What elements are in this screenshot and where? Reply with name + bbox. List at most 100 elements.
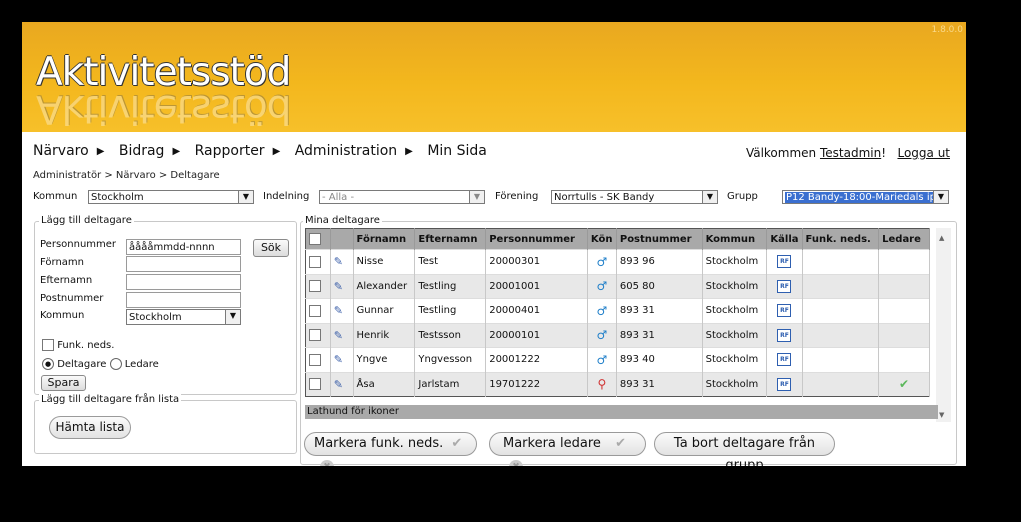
- select-all-checkbox[interactable]: [309, 233, 321, 245]
- kommun-filter-label: Kommun: [33, 191, 78, 202]
- column-header-fornamn[interactable]: Förnamn: [353, 228, 416, 250]
- funk-neds-row: Funk. neds.: [42, 339, 114, 351]
- cell-kommun: Stockholm: [702, 249, 768, 274]
- indelning-filter-select[interactable]: - Alla - ▼: [319, 190, 485, 204]
- user-link[interactable]: Testadmin: [820, 146, 881, 160]
- logout-link[interactable]: Logga ut: [897, 146, 950, 160]
- edit-pencil-icon[interactable]: ✎: [334, 353, 343, 366]
- cell-funk-neds: [802, 298, 880, 323]
- cell-personnummer: 20001222: [485, 347, 588, 372]
- scroll-down-icon[interactable]: ▼: [939, 411, 944, 419]
- cell-kommun: Stockholm: [702, 298, 768, 323]
- chevron-down-icon: ▼: [469, 191, 484, 203]
- nav-item-min-sida[interactable]: Min Sida: [427, 143, 487, 159]
- column-header-personnummer[interactable]: Personnummer: [485, 228, 588, 250]
- funk-neds-checkbox[interactable]: [42, 339, 54, 351]
- row-select-cell: [305, 322, 331, 348]
- edit-column-header: [330, 228, 354, 250]
- grid-scrollbar[interactable]: ▲ ▼: [936, 228, 951, 422]
- cell-kommun: Stockholm: [702, 322, 768, 348]
- row-checkbox[interactable]: [309, 280, 321, 293]
- table-row[interactable]: ✎ Åsa Jarlstam 19701222 ⚲ 893 31 Stockholm RF ✔: [305, 371, 930, 397]
- male-icon: ♂: [596, 352, 608, 367]
- main-nav: Närvaro ▶ Bidrag ▶ Rapporter ▶ Administrati…: [33, 143, 491, 159]
- grupp-filter-select[interactable]: P12 Bandy-18:00-Mariedals ip ▼: [782, 190, 949, 204]
- column-header-funk-neds[interactable]: Funk. neds.: [802, 228, 880, 250]
- version-label: 1.8.0.0: [931, 25, 964, 35]
- row-select-cell: [305, 273, 331, 299]
- rf-source-icon: RF: [777, 279, 792, 293]
- row-checkbox[interactable]: [309, 378, 321, 391]
- nav-item-narvaro[interactable]: Närvaro: [33, 143, 89, 159]
- cell-kommun: Stockholm: [702, 273, 768, 299]
- edit-pencil-icon[interactable]: ✎: [334, 329, 343, 342]
- mark-ledare-button[interactable]: Markera ledare ✔ ✖: [489, 432, 646, 466]
- app-logo-reflection: Aktivitetsstöd: [36, 86, 291, 131]
- personnummer-label: Personnummer: [40, 239, 117, 250]
- column-header-efternamn[interactable]: Efternamn: [414, 228, 487, 250]
- scroll-up-icon[interactable]: ▲: [939, 234, 944, 242]
- cell-kalla: RF: [766, 347, 803, 372]
- fetch-list-button[interactable]: Hämta lista: [49, 416, 131, 439]
- kommun-filter-select[interactable]: Stockholm ▼: [88, 190, 254, 204]
- cell-personnummer: 20000301: [485, 249, 588, 274]
- female-icon: ⚲: [597, 377, 607, 392]
- kommun-select[interactable]: Stockholm ▼: [126, 309, 241, 325]
- cell-fornamn: Henrik: [353, 322, 416, 348]
- chevron-down-icon: ▼: [238, 191, 253, 203]
- column-header-postnummer[interactable]: Postnummer: [616, 228, 703, 250]
- nav-item-bidrag[interactable]: Bidrag: [119, 143, 165, 159]
- welcome-text: Välkommen: [745, 146, 817, 160]
- add-participant-legend: Lägg till deltagare: [39, 215, 134, 226]
- edit-pencil-icon[interactable]: ✎: [334, 280, 343, 293]
- row-checkbox[interactable]: [309, 353, 321, 366]
- cell-kommun: Stockholm: [702, 347, 768, 372]
- icon-legend-bar[interactable]: Lathund för ikoner: [305, 405, 938, 419]
- cell-ledare: [878, 273, 930, 299]
- cell-ledare: [878, 249, 930, 274]
- mark-funk-button[interactable]: Markera funk. neds. ✔ ✖: [304, 432, 477, 466]
- cell-efternamn: Yngvesson: [414, 347, 487, 372]
- mark-funk-label: Markera funk. neds.: [314, 436, 444, 451]
- table-row[interactable]: ✎ Nisse Test 20000301 ♂ 893 96 Stockholm RF: [305, 249, 930, 274]
- kommun-label: Kommun: [40, 310, 85, 321]
- table-header-row: Förnamn Efternamn Personnummer Kön Postn…: [305, 228, 930, 250]
- forening-filter-select[interactable]: Norrtulls - SK Bandy ▼: [551, 190, 718, 204]
- deltagare-radio[interactable]: ●: [42, 358, 54, 370]
- fornamn-field[interactable]: [126, 256, 241, 272]
- edit-pencil-icon[interactable]: ✎: [334, 378, 343, 391]
- cell-personnummer: 20000401: [485, 298, 588, 323]
- nav-item-rapporter[interactable]: Rapporter: [195, 143, 265, 159]
- edit-pencil-icon[interactable]: ✎: [334, 304, 343, 317]
- kommun-filter-value: Stockholm: [91, 192, 144, 203]
- table-row[interactable]: ✎ Gunnar Testling 20000401 ♂ 893 31 Stockholm R…: [305, 298, 930, 323]
- save-button[interactable]: Spara: [41, 375, 86, 391]
- edit-cell: ✎: [330, 249, 354, 274]
- column-header-kon[interactable]: Kön: [587, 228, 617, 250]
- personnummer-field[interactable]: ååååmmdd-nnnn: [126, 239, 241, 255]
- column-header-ledare[interactable]: Ledare: [878, 228, 930, 250]
- cell-postnummer: 605 80: [616, 273, 703, 299]
- remove-from-group-button[interactable]: Ta bort deltagare från grupp: [654, 432, 835, 466]
- cross-icon: ✖: [509, 460, 523, 466]
- column-header-kommun[interactable]: Kommun: [702, 228, 768, 250]
- efternamn-field[interactable]: [126, 274, 241, 290]
- cell-personnummer: 19701222: [485, 371, 588, 397]
- ledare-radio[interactable]: [109, 358, 122, 370]
- nav-item-administration[interactable]: Administration: [295, 143, 397, 159]
- row-checkbox[interactable]: [309, 255, 321, 268]
- search-button[interactable]: Sök: [253, 239, 289, 257]
- row-checkbox[interactable]: [309, 329, 321, 342]
- table-row[interactable]: ✎ Yngve Yngvesson 20001222 ♂ 893 40 Stockholm R…: [305, 347, 930, 372]
- forening-filter-value: Norrtulls - SK Bandy: [554, 192, 655, 203]
- row-checkbox[interactable]: [309, 304, 321, 317]
- column-header-kalla[interactable]: Källa: [766, 228, 803, 250]
- cell-fornamn: Nisse: [353, 249, 416, 274]
- table-row[interactable]: ✎ Alexander Testling 20001001 ♂ 605 80 Stockho…: [305, 273, 930, 299]
- table-row[interactable]: ✎ Henrik Testsson 20000101 ♂ 893 31 Stockholm R…: [305, 322, 930, 348]
- cell-ledare: [878, 347, 930, 372]
- postnummer-field[interactable]: [126, 292, 241, 308]
- cell-kalla: RF: [766, 249, 803, 274]
- cell-ledare: [878, 298, 930, 323]
- edit-pencil-icon[interactable]: ✎: [334, 255, 343, 268]
